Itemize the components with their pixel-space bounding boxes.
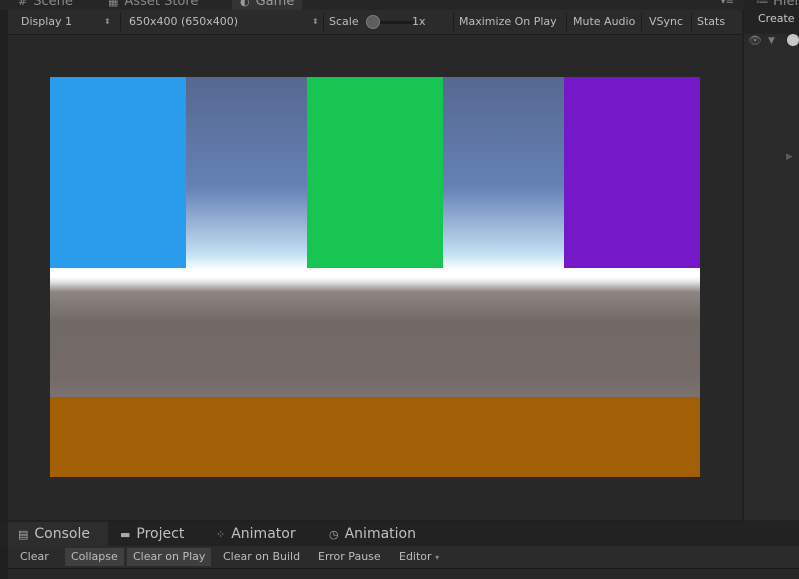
scale-label: Scale	[329, 15, 359, 28]
tab-game[interactable]: ◐ Game	[232, 0, 303, 10]
divider	[691, 13, 692, 31]
tab-hierarchy-label: Hierar	[773, 0, 799, 9]
tab-game-label: Game	[255, 0, 295, 9]
editor-dropdown[interactable]: Editor ▾	[393, 548, 445, 566]
maximize-on-play-button[interactable]: Maximize On Play	[459, 10, 557, 34]
collapse-toggle[interactable]: Collapse	[65, 548, 124, 566]
panel-menu-icon[interactable]: ▾≡	[721, 0, 734, 7]
tab-console[interactable]: ▤ Console	[8, 522, 108, 546]
console-log-area	[8, 569, 799, 579]
expand-arrow-icon[interactable]: ▶	[786, 152, 793, 162]
tab-console-label: Console	[34, 526, 90, 542]
tab-project-label: Project	[136, 526, 185, 542]
error-pause-toggle[interactable]: Error Pause	[312, 548, 387, 566]
editor-tab-strip: # Scene ▦ Asset Store ◐ Game ▾≡	[0, 0, 744, 10]
display-dropdown-arrow-icon: ⬍	[104, 17, 111, 26]
animator-icon: ⁘	[216, 528, 226, 541]
game-toolbar: Display 1 ⬍ 650x400 (650x400) ⬍ Scale 1x…	[8, 10, 742, 35]
vsync-button[interactable]: VSync	[649, 10, 683, 34]
asset-store-icon: ▦	[108, 0, 119, 8]
game-canvas[interactable]	[50, 77, 700, 477]
divider	[453, 13, 454, 31]
console-toolbar: Clear Collapse Clear on Play Clear on Bu…	[8, 546, 799, 569]
scale-slider-thumb[interactable]	[366, 15, 380, 29]
console-icon: ▤	[18, 528, 29, 541]
tab-scene[interactable]: # Scene	[18, 0, 73, 10]
resolution-dropdown-arrow-icon: ⬍	[312, 17, 319, 26]
tab-project[interactable]: ▬ Project	[120, 522, 184, 546]
divider	[323, 13, 324, 31]
hierarchy-icon: ≔	[756, 0, 774, 9]
chevron-down-icon: ▾	[435, 553, 440, 562]
resolution-dropdown[interactable]: 650x400 (650x400)	[129, 10, 238, 34]
tab-animation-label: Animation	[344, 526, 416, 542]
mute-audio-button[interactable]: Mute Audio	[573, 10, 635, 34]
chevron-down-icon[interactable]: ▼	[768, 36, 775, 46]
tab-asset-store[interactable]: ▦ Asset Store	[108, 0, 198, 10]
unity-scene-icon	[787, 34, 799, 46]
green-block	[307, 77, 443, 268]
purple-block	[564, 77, 700, 268]
display-label: Display 1	[21, 15, 73, 28]
clear-on-play-toggle[interactable]: Clear on Play	[127, 548, 212, 566]
create-dropdown[interactable]: Create	[758, 12, 795, 25]
scale-slider-track[interactable]	[376, 21, 414, 24]
tab-hierarchy[interactable]: ≔ Hierar	[756, 0, 799, 9]
hierarchy-list: ▶	[744, 34, 799, 520]
divider	[120, 13, 121, 31]
resolution-label: 650x400 (650x400)	[129, 15, 239, 28]
blue-block	[50, 77, 186, 268]
animation-clock-icon: ◷	[329, 528, 339, 541]
stats-button[interactable]: Stats	[697, 10, 725, 34]
clear-button[interactable]: Clear	[14, 548, 55, 566]
divider	[566, 13, 567, 31]
tab-animator[interactable]: ⁘ Animator	[216, 522, 296, 546]
divider	[641, 13, 642, 31]
folder-icon: ▬	[120, 528, 131, 541]
tab-animation[interactable]: ◷ Animation	[329, 522, 416, 546]
bottom-tab-strip: ▤ Console ▬ Project ⁘ Animator ◷ Animation	[0, 522, 799, 546]
scene-icon: #	[18, 0, 28, 8]
editor-dropdown-label: Editor	[399, 550, 432, 563]
scale-value: 1x	[412, 15, 426, 28]
orange-floor	[50, 397, 700, 477]
tab-asset-store-label: Asset Store	[124, 0, 199, 9]
tab-animator-label: Animator	[231, 526, 296, 542]
clear-on-build-toggle[interactable]: Clear on Build	[217, 548, 306, 566]
game-icon: ◐	[240, 0, 250, 8]
tab-scene-label: Scene	[33, 0, 73, 9]
display-dropdown[interactable]: Display 1	[21, 10, 72, 34]
hierarchy-panel: ≔ Hierar Create ▶ 👁 ▼	[744, 0, 799, 579]
visibility-eye-icon[interactable]: 👁	[748, 34, 762, 47]
